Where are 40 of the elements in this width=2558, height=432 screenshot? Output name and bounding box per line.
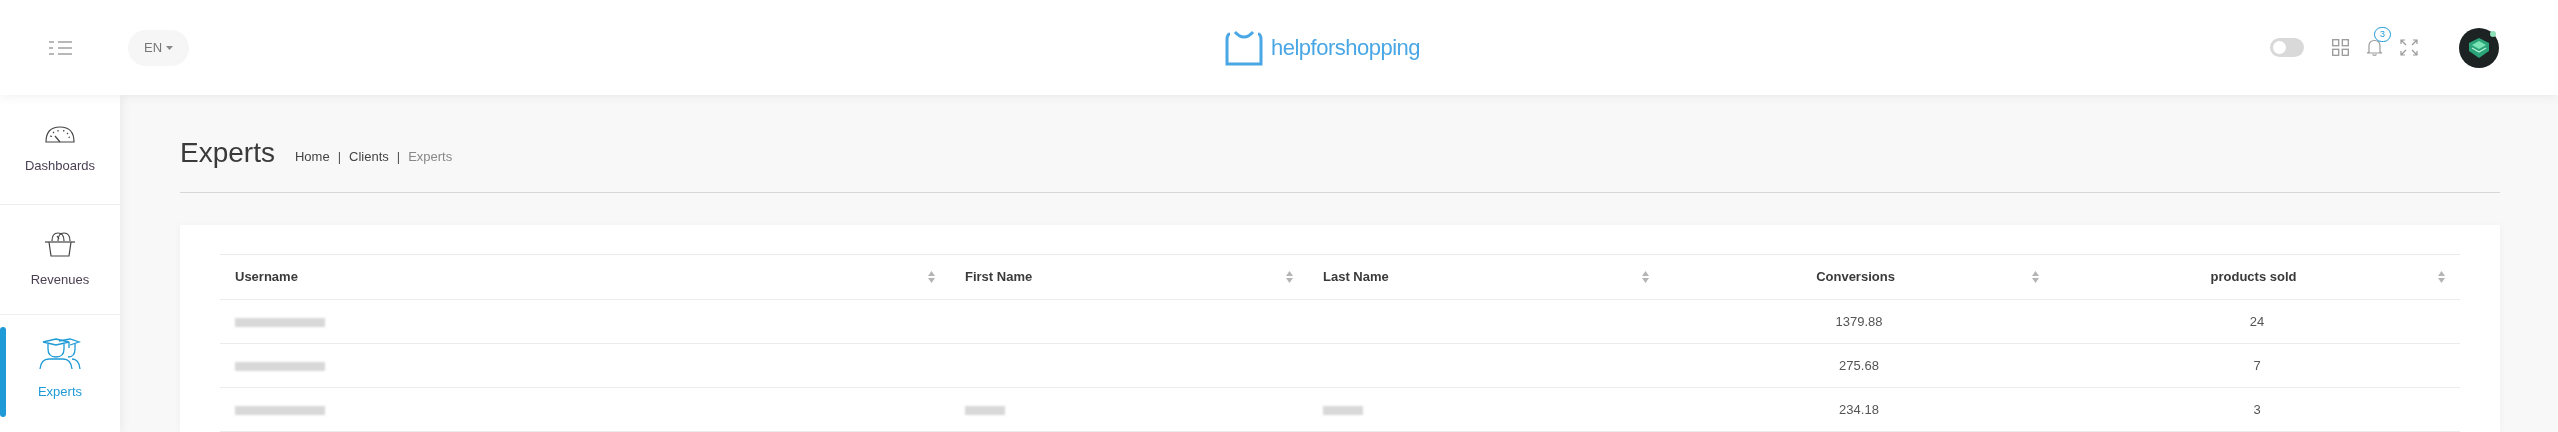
table-cell: 1379.88 (1835, 313, 1883, 329)
logo-text: helpforshopping (1271, 34, 1421, 62)
sort-icon[interactable] (1642, 271, 1649, 283)
graduates-icon (39, 338, 81, 371)
notification-badge: 3 (2374, 27, 2391, 42)
table-cell: 24 (2249, 313, 2265, 329)
breadcrumb-link[interactable]: Clients (349, 146, 389, 166)
language-dropdown[interactable]: EN (128, 29, 190, 66)
breadcrumb-separator: | (396, 147, 401, 166)
breadcrumb-separator: | (337, 147, 341, 166)
sort-icon[interactable] (2438, 271, 2445, 283)
blurred-text (965, 405, 1005, 415)
column-header[interactable]: Username (235, 267, 928, 287)
table-cell: 7 (2253, 357, 2261, 373)
avatar[interactable] (2459, 27, 2499, 68)
page-title: Experts (180, 139, 275, 167)
table-cell: 3 (2253, 401, 2261, 417)
column-header[interactable]: products sold (2069, 267, 2438, 287)
column-header[interactable]: First Name (965, 267, 1286, 287)
sort-icon[interactable] (1286, 271, 1293, 283)
caret-icon (166, 45, 174, 50)
breadcrumb-current: Experts (408, 147, 453, 166)
table-cell: 234.18 (1839, 401, 1879, 417)
gauge-icon (44, 123, 76, 144)
column-header[interactable]: Conversions (1679, 267, 2032, 287)
sidebar-item[interactable]: Dashboards (0, 95, 120, 205)
column-header[interactable]: Last Name (1323, 267, 1642, 287)
theme-toggle[interactable] (2270, 38, 2304, 57)
shopping-bag-icon (1225, 29, 1265, 66)
fullscreen-icon[interactable] (2400, 39, 2418, 56)
sort-icon[interactable] (928, 271, 935, 283)
table-cell: 275.68 (1839, 357, 1879, 373)
grid-icon[interactable] (2332, 39, 2349, 56)
basket-icon (44, 229, 76, 258)
bell-icon[interactable] (2367, 39, 2382, 56)
sort-icon[interactable] (2032, 271, 2039, 283)
blurred-text (1323, 405, 1363, 415)
sidebar-item[interactable]: Revenues (0, 205, 120, 315)
breadcrumb-link[interactable]: Home (294, 146, 330, 166)
menu-icon[interactable] (49, 40, 72, 55)
